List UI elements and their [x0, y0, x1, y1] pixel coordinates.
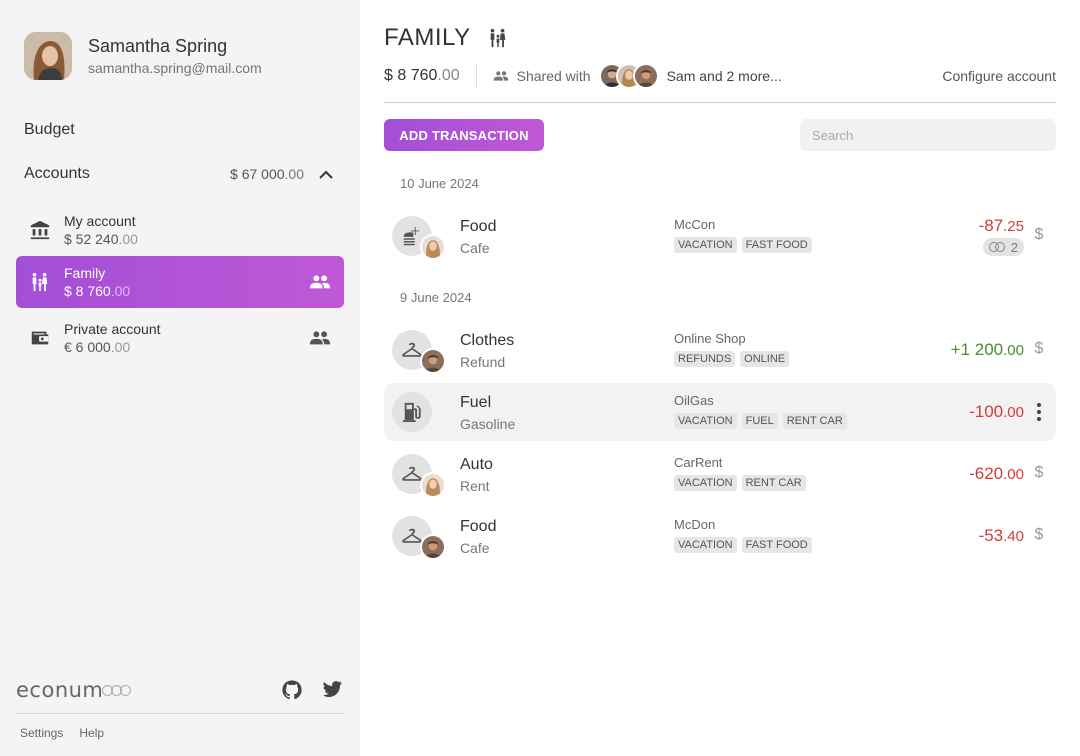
transaction-row[interactable]: Food Cafe McDon VACATION FAST FOOD -53.4…: [384, 507, 1056, 565]
sidebar: Samantha Spring samantha.spring@mail.com…: [0, 0, 360, 756]
transaction-category: Clothes: [460, 332, 515, 349]
tag-list: VACATION FUEL RENT CAR: [674, 413, 852, 429]
transaction-subcategory: Gasoline: [460, 416, 516, 432]
transaction-merchant: OilGas: [674, 393, 714, 408]
search-input[interactable]: [800, 119, 1056, 151]
nav-budget[interactable]: Budget: [24, 120, 75, 140]
transaction-row[interactable]: Food Cafe McCon VACATION FAST FOOD -87.2…: [384, 207, 1056, 265]
tag[interactable]: RENT CAR: [741, 475, 806, 491]
transaction-merchant: McDon: [674, 517, 716, 532]
tag[interactable]: VACATION: [674, 475, 737, 491]
user-avatar: [24, 32, 72, 80]
logo-circles-icon: [102, 684, 132, 696]
transaction-category: Auto: [460, 456, 493, 473]
account-item-my-account[interactable]: My account $ 52 240.00: [16, 204, 344, 256]
shared-with-label: Shared with: [516, 68, 591, 84]
twitter-icon[interactable]: [320, 678, 344, 702]
transaction-amount: -87.25: [978, 216, 1024, 235]
split-count-badge[interactable]: 2: [982, 238, 1024, 256]
shared-with-names[interactable]: Sam and 2 more...: [667, 68, 782, 84]
transaction-subcategory: Refund: [460, 354, 506, 370]
currency-icon: $: [1034, 226, 1044, 243]
add-transaction-button[interactable]: ADD TRANSACTION: [384, 119, 544, 151]
transaction-row[interactable]: Fuel Gasoline OilGas VACATION FUEL RENT …: [384, 383, 1056, 441]
user-profile[interactable]: Samantha Spring samantha.spring@mail.com: [24, 32, 262, 80]
tag[interactable]: VACATION: [674, 537, 737, 553]
date-header: 9 June 2024: [400, 290, 472, 305]
tag[interactable]: REFUNDS: [674, 351, 736, 367]
date-header: 10 June 2024: [400, 176, 479, 191]
configure-account-link[interactable]: Configure account: [942, 68, 1056, 84]
account-balance: $ 8 760.00: [64, 283, 131, 299]
account-balance: $ 8 760.00: [384, 67, 460, 84]
fuel-icon: [392, 392, 432, 432]
avatar: [420, 348, 446, 374]
avatar: [420, 234, 446, 260]
transaction-category: Fuel: [460, 394, 492, 411]
user-email: samantha.spring@mail.com: [88, 60, 262, 76]
transaction-amount: -100.00: [969, 402, 1024, 421]
transaction-subcategory: Rent: [460, 478, 490, 494]
avatar: [420, 472, 446, 498]
accounts-label: Accounts: [24, 165, 90, 182]
accounts-total: $ 67 000.00: [230, 166, 304, 182]
bank-icon: [28, 218, 52, 242]
user-name: Samantha Spring: [88, 36, 228, 56]
header-divider: [384, 102, 1056, 103]
transaction-category: Food: [460, 518, 497, 535]
transaction-merchant: CarRent: [674, 455, 723, 470]
family-icon: [28, 270, 52, 294]
account-name: Family: [64, 265, 106, 281]
econum-logo: econum: [16, 678, 264, 702]
tag-list: VACATION FAST FOOD: [674, 237, 817, 253]
shared-people-icon: [308, 326, 332, 350]
tag[interactable]: VACATION: [674, 237, 737, 253]
family-icon: [487, 26, 511, 50]
split-icon: [988, 241, 1007, 253]
tag[interactable]: FAST FOOD: [741, 537, 812, 553]
sidebar-divider: [16, 713, 344, 714]
github-icon[interactable]: [280, 678, 304, 702]
shared-people-icon: [493, 68, 509, 84]
currency-icon: $: [1034, 464, 1044, 481]
account-item-family[interactable]: Family $ 8 760.00: [16, 256, 344, 308]
chevron-up-icon: [316, 164, 336, 184]
shared-avatars[interactable]: [598, 63, 659, 89]
transaction-amount: +1 200.00: [950, 340, 1024, 359]
account-balance: $ 52 240.00: [64, 231, 138, 247]
transaction-row[interactable]: Clothes Refund Online Shop REFUNDS ONLIN…: [384, 321, 1056, 379]
more-vertical-icon[interactable]: [1032, 400, 1046, 424]
tag[interactable]: ONLINE: [740, 351, 790, 367]
settings-link[interactable]: Settings: [20, 726, 63, 740]
account-item-private-account[interactable]: Private account € 6 000.00: [16, 312, 344, 364]
transaction-subcategory: Cafe: [460, 240, 490, 256]
page-title: FAMILY: [384, 24, 471, 51]
tag-list: VACATION FAST FOOD: [674, 537, 817, 553]
wallet-icon: [28, 326, 52, 350]
tag[interactable]: FUEL: [741, 413, 778, 429]
currency-icon: $: [1034, 526, 1044, 543]
transaction-subcategory: Cafe: [460, 540, 490, 556]
transaction-row[interactable]: Auto Rent CarRent VACATION RENT CAR -620…: [384, 445, 1056, 503]
accounts-toggle[interactable]: Accounts $ 67 000.00: [24, 164, 336, 184]
account-name: My account: [64, 213, 136, 229]
transaction-merchant: Online Shop: [674, 331, 746, 346]
tag-list: VACATION RENT CAR: [674, 475, 811, 491]
transaction-amount: -620.00: [969, 464, 1024, 483]
transaction-merchant: McCon: [674, 217, 716, 232]
tag[interactable]: FAST FOOD: [741, 237, 812, 253]
account-name: Private account: [64, 321, 161, 337]
tag-list: REFUNDS ONLINE: [674, 351, 794, 367]
currency-icon: $: [1034, 340, 1044, 357]
divider: [475, 65, 477, 87]
transaction-amount: -53.40: [978, 526, 1024, 545]
account-balance: € 6 000.00: [64, 339, 131, 355]
avatar: [632, 63, 659, 89]
tag[interactable]: RENT CAR: [782, 413, 847, 429]
shared-people-icon: [308, 270, 332, 294]
transaction-category: Food: [460, 218, 497, 235]
avatar: [420, 534, 446, 560]
help-link[interactable]: Help: [79, 726, 104, 740]
tag[interactable]: VACATION: [674, 413, 737, 429]
